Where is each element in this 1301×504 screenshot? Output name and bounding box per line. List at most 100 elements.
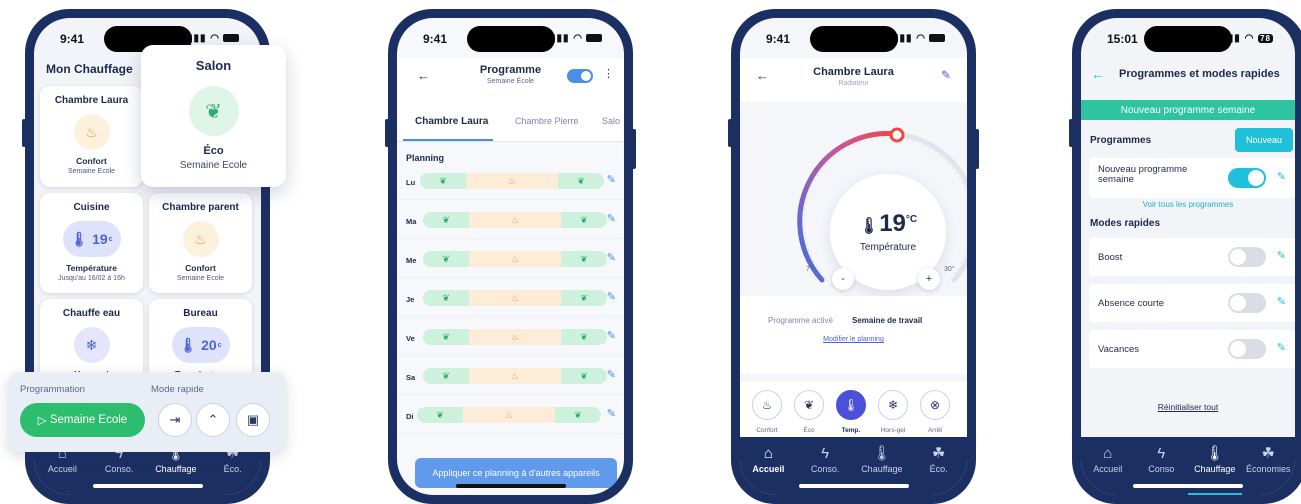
mode-toggle[interactable]	[1228, 293, 1266, 313]
tab-chambre-pierre[interactable]: Chambre Pierre	[515, 116, 579, 126]
plus-button[interactable]: +	[918, 268, 940, 290]
mode-row-boost[interactable]: Boost ✎	[1089, 238, 1295, 276]
planning-row[interactable]: Je ❦ ♨ ❦ ✎	[397, 281, 624, 317]
confort-mode-button[interactable]: ♨	[752, 390, 782, 420]
room-sub: Jusqu'au 16/02 à 16h	[58, 275, 125, 282]
home-indicator	[1133, 484, 1243, 488]
edit-pencil-icon[interactable]: ✎	[607, 368, 616, 381]
heat-icon: ♨	[510, 370, 520, 381]
mode-toggle[interactable]	[1228, 247, 1266, 267]
leaf-icon: ❦	[417, 407, 463, 423]
nav-accueil[interactable]: ⌂ Accueil	[740, 445, 797, 495]
temp-pill: 🌡 20 c	[171, 327, 230, 363]
day-label: Ma	[406, 217, 417, 226]
status-icons: ▮▮▮ ◠	[550, 33, 602, 44]
schedule-bar[interactable]: ❦ ♨ ❦	[420, 173, 604, 189]
edit-pencil-icon[interactable]: ✎	[1277, 295, 1286, 308]
mode-row-absence-courte[interactable]: Absence courte ✎	[1089, 284, 1295, 322]
planning-row[interactable]: Ma ❦ ♨ ❦ ✎	[397, 203, 624, 239]
planning-row[interactable]: Ve ❦ ♨ ❦ ✎	[397, 320, 624, 356]
heat-icon: ♨	[510, 253, 520, 264]
edit-pencil-icon[interactable]: ✎	[607, 251, 616, 264]
more-icon[interactable]: ⋮	[603, 67, 614, 80]
edit-pencil-icon[interactable]: ✎	[607, 290, 616, 303]
edit-pencil-icon[interactable]: ✎	[1277, 341, 1286, 354]
exit-icon[interactable]: ⇥	[158, 403, 192, 437]
schedule-bar[interactable]: ❦ ♨ ❦	[423, 251, 607, 267]
home-indicator	[455, 484, 566, 488]
schedule-bar[interactable]: ❦ ♨ ❦	[423, 368, 607, 384]
edit-pencil-icon[interactable]: ✎	[607, 212, 616, 225]
program-row[interactable]: Nouveau programme semaine ✎	[1089, 158, 1295, 198]
minus-button[interactable]: -	[832, 268, 854, 290]
semaine-ecole-button[interactable]: ▷ Semaine Ecole	[20, 403, 145, 437]
modify-planning-link[interactable]: Modifier le planning	[740, 336, 967, 343]
page-subtitle: Radiateur	[838, 80, 869, 87]
thermometer-icon: 🌡	[70, 230, 89, 247]
eco-mode-button[interactable]: ❦	[794, 390, 824, 420]
boost-icon[interactable]: ⌃	[196, 403, 230, 437]
schedule-bar[interactable]: ❦ ♨ ❦	[423, 290, 607, 306]
program-toggle[interactable]	[1228, 168, 1266, 188]
schedule-bar[interactable]: ❦ ♨ ❦	[423, 212, 607, 228]
back-arrow-icon[interactable]: ←	[1091, 66, 1105, 82]
nav-label: Conso.	[810, 464, 840, 474]
temperature-dial[interactable]: 🌡19°C Température 7° 30° - +	[772, 106, 967, 311]
nav-label: Chauffage	[1194, 464, 1236, 474]
nav-eco[interactable]: ☘ Éco.	[910, 445, 967, 495]
suitcase-icon[interactable]: ▣	[236, 403, 270, 437]
room-card-chambre-parent[interactable]: Chambre parent ♨ Confort Semaine Ecole	[149, 193, 252, 293]
status-time: 9:41	[60, 32, 85, 46]
reset-all-link[interactable]: Réinitialiser tout	[1081, 402, 1295, 412]
planning-row[interactable]: Me ❦ ♨ ❦ ✎	[397, 242, 624, 278]
nav-label: Chauffage	[155, 464, 197, 474]
nav-eco[interactable]: ☘ Éco.	[204, 445, 261, 495]
schedule-bar[interactable]: ❦ ♨ ❦	[423, 329, 607, 345]
day-label: Lu	[406, 178, 416, 187]
room-name: Bureau	[183, 308, 218, 319]
day-label: Di	[406, 412, 414, 421]
room-card-chambre-laura[interactable]: Chambre Laura ♨ Confort Semaine Ecole	[40, 86, 143, 187]
hors-gel-mode-button[interactable]: ❄	[878, 390, 908, 420]
schedule-bar[interactable]: ❦ ♨ ❦	[417, 407, 601, 423]
mode-toggle[interactable]	[1228, 339, 1266, 359]
temp-pill: 🌡 19 c	[62, 221, 121, 257]
salon-popup-card[interactable]: Salon ❦ Éco Semaine Ecole	[141, 45, 286, 187]
room-mode: Confort	[76, 156, 107, 166]
edit-pencil-icon[interactable]: ✎	[607, 173, 616, 186]
tab-chambre-laura[interactable]: Chambre Laura	[415, 116, 488, 127]
heat-icon: ♨	[510, 292, 520, 303]
page-title: Chambre Laura	[813, 66, 894, 78]
temp-value: 20	[201, 337, 217, 353]
nav-economies[interactable]: ☘ Économies	[1242, 445, 1296, 495]
header: ← Chambre Laura Radiateur ✎	[740, 58, 967, 102]
edit-pencil-icon[interactable]: ✎	[1277, 170, 1286, 183]
leaf-icon: ☘	[1261, 445, 1275, 462]
status-icons: ▮▮▮ ◠	[187, 33, 239, 44]
planning-row[interactable]: Di ❦ ♨ ❦ ✎	[397, 398, 624, 434]
leaf-icon: ❦	[423, 212, 469, 228]
nav-accueil[interactable]: ⌂ Accueil	[1081, 445, 1135, 495]
nav-label: Économies	[1245, 464, 1291, 474]
edit-pencil-icon[interactable]: ✎	[941, 68, 951, 82]
edit-pencil-icon[interactable]: ✎	[1277, 249, 1286, 262]
edit-pencil-icon[interactable]: ✎	[607, 329, 616, 342]
programme-toggle[interactable]	[567, 69, 593, 83]
status-icons: ▮▮▮ ◠	[893, 33, 945, 44]
planning-row[interactable]: Sa ❦ ♨ ❦ ✎	[397, 359, 624, 395]
programme-section: Programme activé Semaine de travail Modi…	[740, 296, 967, 374]
see-all-programs-link[interactable]: Voir tous les programmes	[1081, 200, 1295, 209]
nav-label: Conso.	[104, 464, 134, 474]
planning-row[interactable]: Lu ❦ ♨ ❦ ✎	[397, 164, 624, 200]
mode-row-vacances[interactable]: Vacances ✎	[1089, 330, 1295, 368]
nav-label: Éco.	[929, 464, 948, 474]
arret-mode-button[interactable]: ⊗	[920, 390, 950, 420]
leaf-icon: ❦	[423, 290, 469, 306]
nouveau-button[interactable]: Nouveau	[1235, 128, 1293, 152]
tab-salon[interactable]: Salo	[602, 116, 620, 126]
room-card-cuisine[interactable]: Cuisine 🌡 19 c Température Jusqu'au 16/02…	[40, 193, 143, 293]
nav-accueil[interactable]: ⌂ Accueil	[34, 445, 91, 495]
edit-pencil-icon[interactable]: ✎	[607, 407, 616, 420]
temp-mode-button[interactable]: 🌡	[836, 390, 866, 420]
modes-rapides-label: Modes rapides	[1090, 218, 1161, 229]
